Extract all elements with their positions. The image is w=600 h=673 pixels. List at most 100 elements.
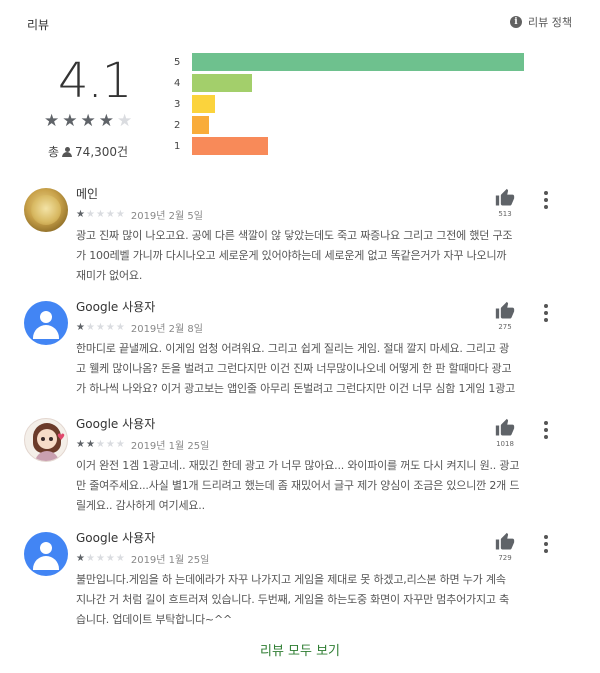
section-title: 리뷰	[27, 18, 50, 32]
helpful-count: 1018	[496, 440, 514, 448]
all-reviews-link-row: 리뷰 모두 보기	[0, 640, 600, 659]
star-filled-icon: ★	[80, 111, 96, 131]
rating-bar-row: 5	[174, 53, 526, 71]
star-empty-icon: ★	[95, 552, 105, 564]
rating-bar-row: 3	[174, 95, 526, 113]
star-empty-icon: ★	[105, 321, 115, 333]
star-filled-icon: ★	[76, 321, 85, 333]
person-icon	[62, 146, 73, 157]
review-policy-link[interactable]: i 리뷰 정책	[510, 14, 572, 30]
review-meta: ★ ★ ★ ★ ★ 2019년 1월 25일	[76, 551, 209, 566]
rating-bar-row: 2	[174, 116, 526, 134]
review-body: 불만입니다.게임을 하 는데에라가 자꾸 나가지고 게임을 제대로 못 하겠고,…	[76, 570, 576, 630]
more-options-icon[interactable]	[540, 535, 552, 553]
helpful-count: 729	[498, 554, 512, 562]
thumbs-up-icon	[495, 418, 515, 436]
rating-bar-fill	[192, 116, 209, 134]
star-empty-icon: ★	[115, 208, 125, 220]
star-empty-icon: ★	[95, 321, 105, 333]
review-body-line: 가 100레벨 가니까 다시나오고 세로운게 있어야하는데 세로운게 없고 똑같…	[76, 249, 507, 262]
rating-bar-label: 5	[174, 56, 181, 68]
review-body-line: 고 웰케 많이나옴? 돈을 벌려고 그런다지만 이건 진짜 너무많이나오네 어떻…	[76, 362, 512, 375]
review-body-line: 광고 진짜 많이 나오고요. 공에 다른 색깔이 않 닿았는데도 죽고 짜증나요…	[76, 229, 513, 242]
average-rating: 4.1	[58, 53, 132, 109]
review-body-line: 이거 완전 1겜 1광고네.. 재밌긴 한데 광고 가 너무 많아요... 와이…	[76, 459, 520, 472]
review-body-line: 불만입니다.게임을 하 는데에라가 자꾸 나가지고 게임을 제대로 못 하겠고,…	[76, 573, 506, 586]
star-empty-icon: ★	[95, 208, 105, 220]
review-body: 한마디로 끝낼께요. 이게임 엄청 어려워요. 그리고 쉽게 질리는 게임. 절…	[76, 339, 576, 399]
more-options-icon[interactable]	[540, 304, 552, 322]
avatar	[24, 301, 68, 345]
helpful-count: 275	[498, 323, 512, 331]
more-options-icon[interactable]	[540, 191, 552, 209]
star-empty-icon: ★	[85, 321, 95, 333]
review-body-line: 지나간 거 처럼 길이 흐트러져 있습니다. 두번째, 게임을 하는도중 화면이…	[76, 593, 510, 606]
review-meta: ★ ★ ★ ★ ★ 2019년 1월 25일	[76, 437, 209, 452]
rating-bar-label: 2	[174, 119, 181, 131]
review-meta: ★ ★ ★ ★ ★ 2019년 2월 8일	[76, 320, 203, 335]
rating-summary: 4.1 ★ ★ ★ ★ ★ 총 74,300건 5 4 3 2 1	[0, 45, 600, 175]
reviews-header: 리뷰 i 리뷰 정책	[0, 0, 600, 40]
star-empty-icon: ★	[117, 111, 133, 131]
star-empty-icon: ★	[105, 552, 115, 564]
review-body-line: 릴게요.. 감사하게 여기세요..	[76, 499, 205, 512]
review-author: 메인	[76, 187, 99, 201]
helpful-button[interactable]: 729	[492, 532, 518, 562]
star-filled-icon: ★	[98, 111, 114, 131]
rating-bar-row: 4	[174, 74, 526, 92]
total-prefix: 총	[48, 145, 60, 159]
helpful-count: 513	[498, 210, 512, 218]
avatar	[24, 532, 68, 576]
all-reviews-button[interactable]: 리뷰 모두 보기	[260, 644, 340, 659]
star-filled-icon: ★	[62, 111, 78, 131]
rating-bar-label: 3	[174, 98, 181, 110]
review-stars: ★ ★ ★ ★ ★	[76, 438, 125, 450]
review-stars: ★ ★ ★ ★ ★	[76, 321, 125, 333]
helpful-button[interactable]: 275	[492, 301, 518, 331]
rating-bar-label: 4	[174, 77, 181, 89]
thumbs-up-icon	[495, 301, 515, 319]
review-meta: ★ ★ ★ ★ ★ 2019년 2월 5일	[76, 207, 203, 222]
review-date: 2019년 1월 25일	[130, 555, 210, 566]
star-empty-icon: ★	[105, 208, 115, 220]
review-body-line: 한마디로 끝낼께요. 이게임 엄청 어려워요. 그리고 쉽게 질리는 게임. 절…	[76, 342, 509, 355]
rating-bar-row: 1	[174, 137, 526, 155]
star-filled-icon: ★	[85, 438, 95, 450]
review-body-line: 가 하나씩 나와요? 이거 광고보는 앱인줄 아무리 돈벌려고 그런다지만 이건…	[76, 382, 516, 395]
rating-bar-label: 1	[174, 140, 181, 152]
rating-bar-fill	[192, 137, 268, 155]
star-filled-icon: ★	[76, 208, 85, 220]
review-date: 2019년 2월 8일	[130, 324, 203, 335]
avatar: ♥	[24, 418, 68, 462]
star-empty-icon: ★	[115, 438, 125, 450]
total-count: 74,300건	[75, 145, 129, 159]
average-stars: ★ ★ ★ ★ ★	[44, 113, 132, 130]
thumbs-up-icon	[495, 188, 515, 206]
review-body-line: 습니다. 업데이트 부탁합니다~^^	[76, 613, 232, 626]
review-stars: ★ ★ ★ ★ ★	[76, 208, 125, 220]
star-filled-icon: ★	[76, 438, 85, 450]
helpful-button[interactable]: 1018	[492, 418, 518, 448]
review-author: Google 사용자	[76, 531, 156, 545]
review-author: Google 사용자	[76, 300, 156, 314]
star-empty-icon: ★	[115, 321, 125, 333]
avatar	[24, 188, 68, 232]
rating-bar-fill	[192, 95, 215, 113]
review-policy-label: 리뷰 정책	[528, 16, 572, 29]
rating-bar-fill	[192, 74, 252, 92]
star-filled-icon: ★	[76, 552, 85, 564]
review-body: 광고 진짜 많이 나오고요. 공에 다른 색깔이 않 닿았는데도 죽고 짜증나요…	[76, 226, 576, 286]
review-body: 이거 완전 1겜 1광고네.. 재밌긴 한데 광고 가 너무 많아요... 와이…	[76, 456, 576, 516]
review-date: 2019년 2월 5일	[130, 211, 203, 222]
thumbs-up-icon	[495, 532, 515, 550]
star-empty-icon: ★	[115, 552, 125, 564]
more-options-icon[interactable]	[540, 421, 552, 439]
star-empty-icon: ★	[85, 552, 95, 564]
total-ratings: 총 74,300건	[48, 143, 128, 160]
review-date: 2019년 1월 25일	[130, 441, 210, 452]
review-stars: ★ ★ ★ ★ ★	[76, 552, 125, 564]
star-empty-icon: ★	[105, 438, 115, 450]
helpful-button[interactable]: 513	[492, 188, 518, 218]
star-empty-icon: ★	[85, 208, 95, 220]
review-body-line: 만 줄여주세요...사실 별1개 드리려고 했는데 좀 재밌어서 글구 제가 양…	[76, 479, 520, 492]
